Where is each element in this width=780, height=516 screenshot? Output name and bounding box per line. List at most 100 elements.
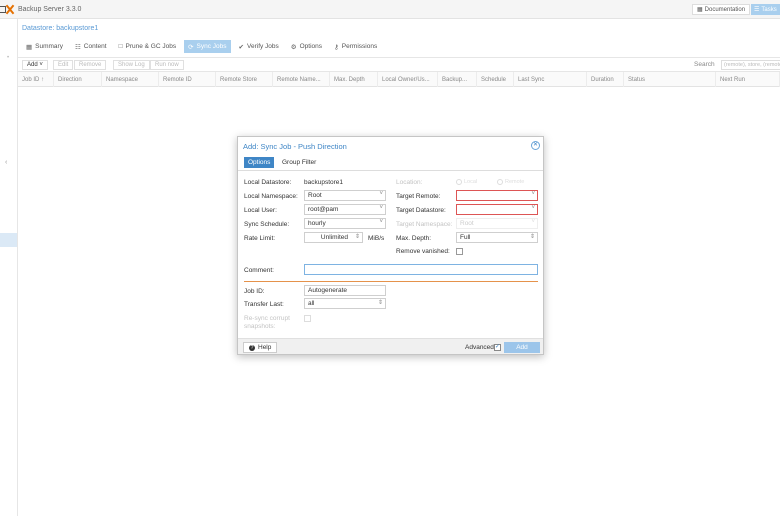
tab-prune-gc-jobs[interactable]: □ Prune & GC Jobs [115,40,181,53]
local-user-select[interactable]: root@pam ˅ [304,204,386,215]
column-header[interactable]: Duration [587,72,624,87]
resync-corrupt-label-2: snapshots: [244,323,276,330]
location-label: Location: [396,179,423,186]
spinner-icon[interactable]: ⇕ [530,233,535,240]
tab-group-filter[interactable]: Group Filter [278,157,320,168]
column-header[interactable]: Job ID ↑ [18,72,54,87]
grid-icon: ☷ [74,43,81,51]
spinner-icon[interactable]: ⇕ [378,299,383,306]
add-sync-job-dialog: Add: Sync Job - Push Direction ✕ Options… [237,136,544,355]
remove-vanished-checkbox[interactable] [456,248,463,255]
location-remote-label: Remote [505,179,525,185]
transfer-last-stepper[interactable]: all ⇕ [304,298,386,309]
local-namespace-select[interactable]: Root ˅ [304,190,386,201]
tab-content[interactable]: ☷ Content [71,40,111,53]
tasks-button[interactable]: ☰ Tasks [751,4,780,15]
rate-limit-stepper[interactable]: Unlimited ⇕ [304,232,363,243]
edit-button[interactable]: Edit [53,60,74,70]
column-header[interactable]: Direction [54,72,102,87]
column-header[interactable]: Schedule [477,72,514,87]
book-icon: ▦ [697,7,703,13]
tab-verify-jobs[interactable]: ✔ Verify Jobs [235,40,283,53]
divider [238,170,543,171]
column-header[interactable]: Last Sync [514,72,587,87]
comment-input[interactable] [304,264,538,275]
sync-schedule-select[interactable]: hourly ˅ [304,218,386,229]
search-label: Search [694,61,715,68]
sidebar-divider [17,19,18,516]
job-id-input[interactable]: Autogenerate [304,285,386,296]
chevron-down-icon: ˅ [531,191,535,197]
remove-vanished-label: Remove vanished: [396,248,450,255]
location-local-radio[interactable] [456,179,462,185]
documentation-button[interactable]: ▦ Documentation [692,4,751,15]
column-header[interactable]: Namespace [102,72,159,87]
target-namespace-label: Target Namespace: [396,221,453,228]
sync-icon: ⟳ [188,43,194,51]
local-datastore-label: Local Datastore: [244,179,292,186]
tab-summary[interactable]: ▦ Summary [22,40,67,53]
local-namespace-label: Local Namespace: [244,193,298,200]
sync-jobs-grid-header: Job ID ↑ Direction Namespace Remote ID R… [18,72,780,87]
tab-options[interactable]: ⚙ Options [287,40,326,53]
location-remote-radio[interactable] [497,179,503,185]
local-datastore-value: backupstore1 [304,179,344,186]
sort-asc-icon: ↑ [41,76,45,83]
help-icon: ? [249,344,255,351]
location-local-label: Local [464,179,478,185]
datastore-tabs: ▦ Summary ☷ Content □ Prune & GC Jobs ⟳ Sync… [22,40,381,53]
resync-corrupt-checkbox[interactable] [304,315,311,322]
gear-icon: ⚙ [290,43,297,51]
chevron-down-icon: ˅ [531,219,535,225]
tree-expander-icon[interactable]: • [7,55,9,61]
target-datastore-label: Target Datastore: [396,207,446,214]
resync-corrupt-label: Re-sync corrupt [244,315,290,322]
column-header[interactable]: Remote Store [216,72,273,87]
list-icon: ☰ [754,7,760,13]
advanced-label: Advanced [465,344,494,351]
run-now-button[interactable]: Run now [150,60,184,70]
rate-limit-label: Rate Limit: [244,235,276,242]
target-datastore-select[interactable]: ˅ [456,204,538,215]
chevron-down-icon: ˅ [379,205,383,211]
sidebar-selected-item[interactable] [0,233,17,247]
trash-icon: □ [118,43,123,50]
tab-permissions[interactable]: ⚷ Permissions [330,40,381,53]
column-header[interactable]: Status [624,72,716,87]
chevron-down-icon: ˅ [379,191,383,197]
show-log-button[interactable]: Show Log [113,60,150,70]
spinner-icon[interactable]: ⇕ [355,233,360,240]
local-user-label: Local User: [244,207,277,214]
close-icon[interactable]: ✕ [531,141,540,150]
check-circle-icon: ✔ [238,43,244,51]
column-header[interactable]: Local Owner/Us... [378,72,438,87]
add-button[interactable]: Add ˅ [22,60,48,70]
chevron-down-icon: ˅ [531,205,535,211]
advanced-checkbox[interactable]: ✓ [494,344,501,351]
column-header[interactable]: Backup... [438,72,477,87]
tab-options[interactable]: Options [244,157,275,168]
chevron-down-icon: ˅ [39,62,43,68]
tab-sync-jobs[interactable]: ⟳ Sync Jobs [184,40,231,53]
app-logo-icon [0,4,16,15]
datastore-title: Datastore: backupstore1 [22,25,99,32]
target-remote-select[interactable]: ˅ [456,190,538,201]
column-header[interactable]: Remote Name... [273,72,330,87]
top-header: Backup Server 3.3.0 ▦ Documentation ☰ Task… [0,0,780,19]
column-header[interactable]: Max. Depth [330,72,378,87]
remove-button[interactable]: Remove [74,60,107,70]
book-icon: ▦ [26,43,33,51]
transfer-last-label: Transfer Last: [244,301,284,308]
target-namespace-select[interactable]: Root ˅ [456,218,538,229]
column-header[interactable]: Next Run [716,72,780,87]
search-input[interactable]: (remote), store, (remote), id, ... [721,60,780,70]
rate-limit-unit: MiB/s [368,235,385,242]
key-icon: ⚷ [334,43,339,51]
add-button[interactable]: Add [504,342,540,353]
advanced-separator [244,281,538,282]
help-button[interactable]: ? Help [243,342,278,353]
max-depth-label: Max. Depth: [396,235,432,242]
max-depth-stepper[interactable]: Full ⇕ [456,232,538,243]
column-header[interactable]: Remote ID [159,72,216,87]
chevron-left-icon[interactable]: ‹ [5,159,7,166]
